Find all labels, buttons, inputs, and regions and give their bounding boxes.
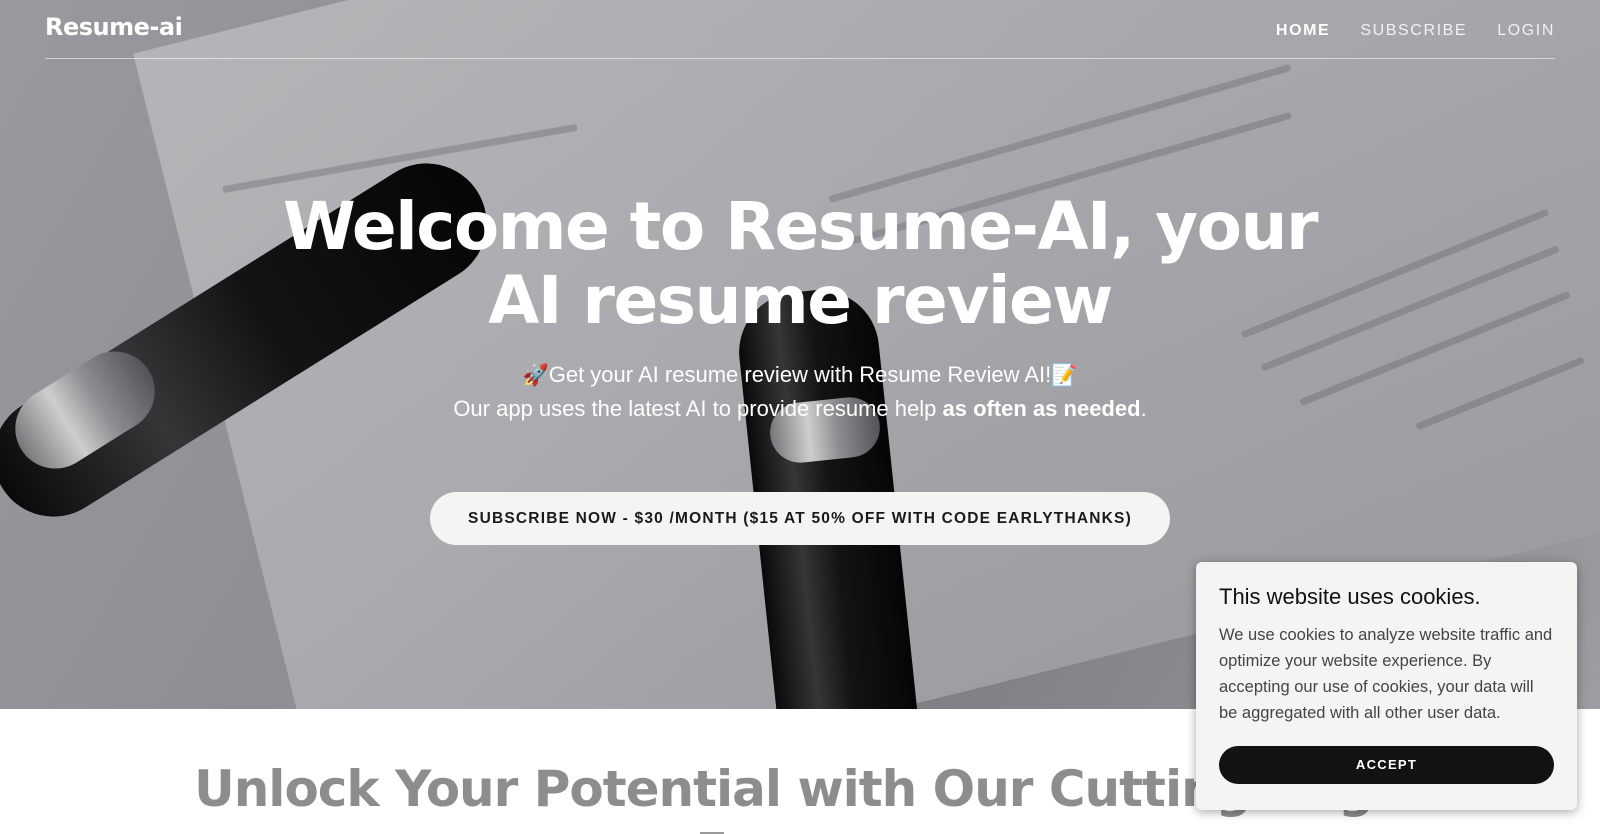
nav-links: HOME SUBSCRIBE LOGIN — [1276, 22, 1555, 40]
hero-subtitle-text-2: Our app uses the latest AI to provide re… — [453, 396, 943, 421]
hero-subtitle-line-1: 🚀Get your AI resume review with Resume R… — [0, 358, 1600, 392]
rocket-icon: 🚀 — [522, 363, 549, 387]
accept-cookies-button[interactable]: ACCEPT — [1219, 746, 1554, 784]
cookie-banner-text: We use cookies to analyze website traffi… — [1219, 626, 1553, 722]
hero-subtitle: 🚀Get your AI resume review with Resume R… — [0, 358, 1600, 426]
subscribe-now-button[interactable]: SUBSCRIBE NOW - $30 /MONTH ($15 AT 50% O… — [430, 492, 1170, 545]
hero-subtitle-emphasis: as often as needed — [942, 396, 1141, 421]
memo-icon: 📝 — [1051, 363, 1078, 387]
cookie-banner-title: This website uses cookies. — [1219, 584, 1481, 609]
brand-logo[interactable]: Resume-ai — [45, 13, 183, 41]
hero-content: Welcome to Resume-AI, your AI resume rev… — [0, 190, 1600, 545]
nav-home-link[interactable]: HOME — [1276, 22, 1330, 40]
hero-title: Welcome to Resume-AI, your AI resume rev… — [282, 188, 1319, 339]
hero-subtitle-line-2: Our app uses the latest AI to provide re… — [0, 392, 1600, 426]
nav-login-link[interactable]: LOGIN — [1497, 22, 1555, 40]
hero-subtitle-text-1: Get your AI resume review with Resume Re… — [548, 362, 1052, 387]
hero-subtitle-period: . — [1140, 396, 1147, 421]
cookie-banner: This website uses cookies. We use cookie… — [1196, 562, 1577, 810]
nav-subscribe-link[interactable]: SUBSCRIBE — [1360, 22, 1467, 40]
top-navigation: Resume-ai HOME SUBSCRIBE LOGIN — [45, 0, 1555, 59]
